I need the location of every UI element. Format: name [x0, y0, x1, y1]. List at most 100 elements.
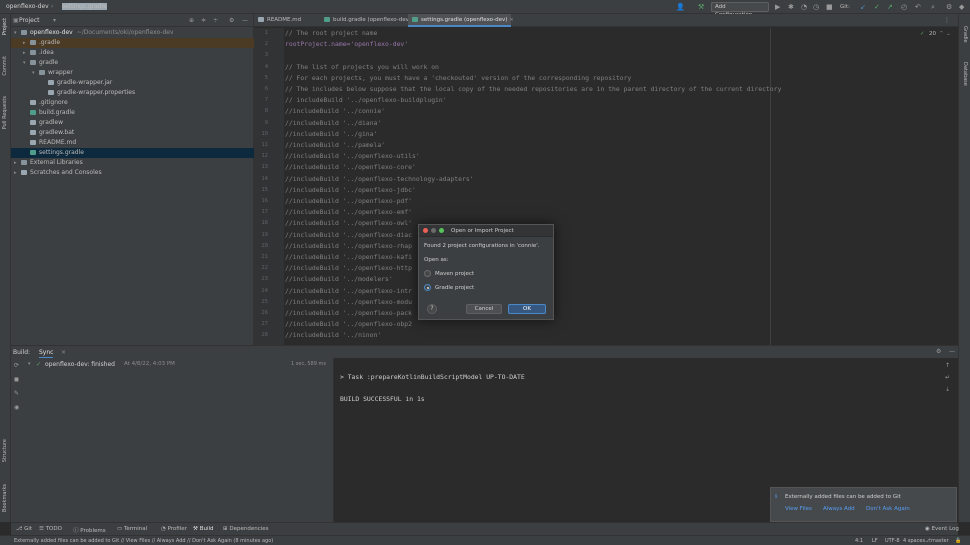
git-commit-icon[interactable]: ✓: [874, 3, 880, 11]
tab-build-gradle[interactable]: build.gradle (openflexo-dev): [320, 14, 411, 27]
tool-window-pull-requests[interactable]: Pull Requests: [2, 96, 8, 129]
expand-all-icon[interactable]: ÷: [213, 17, 218, 24]
scroll-to-end-icon[interactable]: ⇣: [945, 386, 950, 393]
inspection-ok-icon[interactable]: ✓: [920, 31, 925, 37]
tool-window-terminal[interactable]: ▭ Terminal: [117, 526, 147, 532]
tab-settings-gradle[interactable]: settings.gradle (openflexo-dev) ×: [408, 14, 514, 27]
git-update-icon[interactable]: ↙: [860, 3, 866, 11]
ok-button[interactable]: OK: [508, 304, 546, 314]
soft-wrap-icon[interactable]: ↵: [945, 374, 950, 381]
git-rollback-icon[interactable]: ↶: [915, 3, 921, 11]
close-window-icon[interactable]: [423, 228, 428, 233]
tool-window-bookmarks[interactable]: Bookmarks: [2, 484, 8, 512]
tree-item[interactable]: settings.gradle: [11, 148, 254, 158]
ide-logo-icon[interactable]: ◆: [959, 3, 964, 11]
build-entry[interactable]: openflexo-dev: finished: [45, 361, 115, 368]
tree-item[interactable]: ▸ Scratches and Consoles: [11, 168, 254, 178]
gradle-project-label[interactable]: Gradle project: [435, 285, 474, 291]
scroll-up-icon[interactable]: ↑: [945, 362, 950, 369]
run-icon[interactable]: ▶: [775, 3, 780, 11]
chevron-down-icon[interactable]: ▾: [53, 17, 56, 24]
tool-window-git[interactable]: ⎇ Git: [16, 526, 32, 532]
chevron-down-icon[interactable]: ⌄: [946, 31, 951, 37]
tree-item[interactable]: ▸ .gradle: [11, 38, 254, 48]
tree-item[interactable]: .gitignore: [11, 98, 254, 108]
breadcrumb-file[interactable]: settings.gradle: [62, 3, 107, 10]
tab-options-icon[interactable]: ⋮: [944, 17, 950, 24]
pin-icon[interactable]: ✎: [14, 390, 19, 397]
tool-window-commit[interactable]: Commit: [2, 56, 8, 76]
tree-item[interactable]: ▾ openflexo-dev ~/Documents/oki/openflexo-…: [11, 28, 254, 38]
tree-item[interactable]: gradlew: [11, 118, 254, 128]
chevron-icon[interactable]: ▾: [32, 68, 39, 78]
tool-window-project[interactable]: Project: [2, 18, 8, 35]
tree-item[interactable]: ▾ gradle: [11, 58, 254, 68]
lock-icon[interactable]: 🔓: [955, 538, 961, 544]
tool-window-problems[interactable]: ⓘ Problems: [73, 526, 106, 534]
line-separator[interactable]: LF: [872, 538, 878, 544]
file-encoding[interactable]: UTF-8: [885, 538, 900, 544]
caret-position[interactable]: 4:1: [855, 538, 863, 544]
status-message[interactable]: Externally added files can be added to G…: [14, 538, 273, 544]
tool-window-structure[interactable]: Structure: [2, 439, 8, 462]
chevron-icon[interactable]: ▸: [23, 48, 30, 58]
indent-setting[interactable]: 4 spaces: [903, 538, 925, 544]
tree-item[interactable]: gradle-wrapper.jar: [11, 78, 254, 88]
collapse-all-icon[interactable]: ≑: [201, 17, 206, 24]
close-icon[interactable]: ×: [61, 349, 66, 356]
tool-window-profiler[interactable]: ◔ Profiler: [161, 526, 187, 532]
hide-icon[interactable]: —: [949, 348, 955, 355]
options-gear-icon[interactable]: ⚙: [229, 17, 234, 24]
filter-icon[interactable]: ◉: [14, 404, 19, 411]
cancel-button[interactable]: Cancel: [466, 304, 502, 314]
hammer-icon[interactable]: ⚒: [698, 3, 704, 11]
search-icon[interactable]: ⌕: [931, 3, 935, 11]
event-log-button[interactable]: ◉ Event Log: [925, 526, 959, 532]
tab-readme[interactable]: README.md: [254, 14, 320, 27]
chevron-icon[interactable]: ▸: [14, 168, 21, 178]
minimize-window-icon[interactable]: [431, 228, 436, 233]
gradle-project-radio[interactable]: [424, 284, 431, 291]
debug-icon[interactable]: ✱: [788, 3, 794, 11]
profile-icon[interactable]: ◷: [813, 3, 819, 11]
view-files-link[interactable]: View Files: [785, 506, 812, 512]
user-icon[interactable]: 👤: [676, 3, 685, 11]
help-icon[interactable]: ?: [427, 304, 437, 314]
git-push-icon[interactable]: ↗: [887, 3, 893, 11]
project-view-selector[interactable]: Project: [19, 17, 40, 24]
tree-item[interactable]: ▸ .idea: [11, 48, 254, 58]
git-history-icon[interactable]: ◴: [901, 3, 907, 11]
stop-icon[interactable]: ■: [826, 3, 833, 11]
stop-icon[interactable]: ◼: [14, 376, 19, 383]
chevron-icon[interactable]: ▸: [23, 38, 30, 48]
tree-item[interactable]: ▸ External Libraries: [11, 158, 254, 168]
chevron-icon[interactable]: ▾: [14, 28, 21, 38]
git-branch[interactable]: master: [931, 538, 949, 544]
coverage-icon[interactable]: ◔: [801, 3, 807, 11]
chevron-up-icon[interactable]: ⌃: [939, 31, 944, 37]
tree-item[interactable]: README.md: [11, 138, 254, 148]
rerun-icon[interactable]: ⟳: [14, 362, 19, 369]
tool-window-build[interactable]: ⚒ Build: [193, 526, 214, 532]
tool-window-gradle[interactable]: Gradle: [962, 26, 968, 43]
close-icon[interactable]: ×: [509, 17, 514, 23]
tool-window-database[interactable]: Database: [962, 62, 968, 86]
tree-item[interactable]: build.gradle: [11, 108, 254, 118]
project-name[interactable]: openflexo-dev: [6, 3, 49, 10]
chevron-icon[interactable]: ▾: [23, 58, 30, 68]
maven-project-radio[interactable]: [424, 270, 431, 277]
tool-window-todo[interactable]: ☰ TODO: [39, 526, 62, 532]
zoom-window-icon[interactable]: [439, 228, 444, 233]
chevron-icon[interactable]: ▸: [14, 158, 21, 168]
tree-item[interactable]: gradle-wrapper.properties: [11, 88, 254, 98]
inspection-count[interactable]: 20: [929, 31, 936, 37]
chevron-down-icon[interactable]: ▾: [28, 361, 31, 367]
code-editor[interactable]: 1 2 3 4 5 6 7 8 9 10 11 12 13 14 15 16 17 18 19 20 21 22 23 24 2…: [254, 28, 958, 345]
add-configuration-button[interactable]: Add Configuration...: [711, 2, 769, 18]
tree-item[interactable]: gradlew.bat: [11, 128, 254, 138]
settings-gear-icon[interactable]: ⚙: [946, 3, 952, 11]
settings-gear-icon[interactable]: ⚙: [936, 348, 941, 355]
tree-item[interactable]: ▾ wrapper: [11, 68, 254, 78]
maven-project-label[interactable]: Maven project: [435, 271, 474, 277]
tool-window-dependencies[interactable]: ⊞ Dependencies: [223, 526, 269, 532]
